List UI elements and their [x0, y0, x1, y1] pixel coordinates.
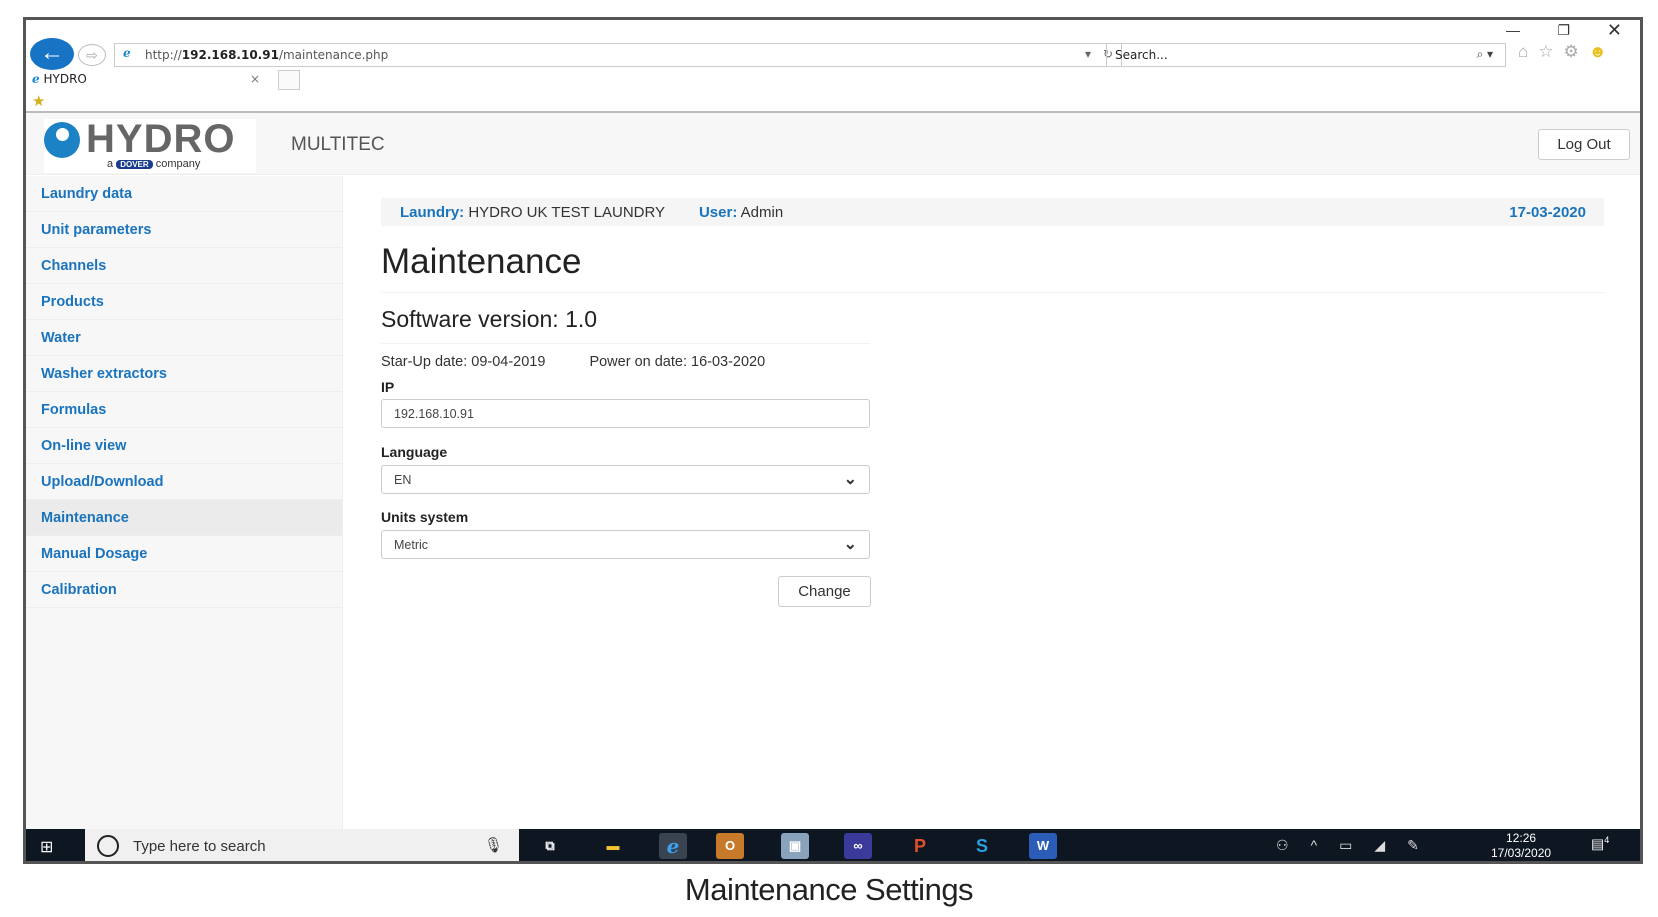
- powerpoint-icon[interactable]: P: [906, 833, 934, 859]
- toolbar-icons: ⌂☆⚙☻: [1518, 42, 1617, 62]
- clock-date: 17/03/2020: [1491, 846, 1552, 860]
- minimize-icon[interactable]: —: [1506, 22, 1520, 38]
- app-icon[interactable]: ▣: [781, 833, 809, 859]
- user-label: User:: [698, 204, 738, 221]
- brand-tagline: a DOVER company: [107, 158, 201, 170]
- cortana-icon: [97, 835, 119, 857]
- chevron-down-icon: ⌄: [843, 536, 857, 553]
- people-icon[interactable]: ⚇: [1276, 837, 1311, 853]
- main-content: Laundry: HYDRO UK TEST LAUNDRY User: Adm…: [343, 176, 1640, 850]
- search-input[interactable]: Search... ⌕ ▾: [1106, 43, 1506, 67]
- app-header: HYDRO a DOVER company MULTITEC Log Out: [26, 113, 1640, 175]
- network-icon[interactable]: ◢: [1374, 837, 1407, 853]
- laundry-label: Laundry:: [400, 204, 465, 221]
- sidebar-item-calibration[interactable]: Calibration: [26, 572, 342, 608]
- word-icon[interactable]: W: [1029, 833, 1057, 859]
- language-value: EN: [394, 473, 412, 487]
- windows-start-icon[interactable]: ⊞: [40, 837, 53, 857]
- drop-icon: [44, 122, 80, 158]
- restore-icon[interactable]: ❐: [1557, 22, 1570, 39]
- infinity-app-icon[interactable]: ∞: [844, 833, 872, 859]
- taskbar-search-placeholder: Type here to search: [133, 838, 266, 855]
- file-explorer-icon[interactable]: ▬: [599, 833, 627, 859]
- search-placeholder: Search...: [1115, 48, 1168, 62]
- figure-caption: Maintenance Settings: [684, 872, 974, 907]
- system-tray: ⚇^▭◢✎: [1276, 837, 1441, 854]
- tab-hydro[interactable]: e HYDRO ×: [32, 68, 272, 92]
- ie-icon: e: [32, 72, 40, 86]
- back-button[interactable]: ←: [30, 38, 74, 70]
- laundry-name: HYDRO UK TEST LAUNDRY: [468, 204, 665, 221]
- units-value: Metric: [394, 538, 429, 552]
- ie-icon: e: [123, 46, 131, 60]
- url-prefix: http://: [145, 48, 182, 62]
- sidebar-item-washer-extractors[interactable]: Washer extractors: [26, 356, 342, 392]
- task-view-icon[interactable]: ⧉: [536, 833, 564, 859]
- internet-explorer-icon[interactable]: e: [659, 833, 687, 859]
- sidebar: Laundry data Unit parameters Channels Pr…: [26, 176, 343, 850]
- sidebar-item-manual-dosage[interactable]: Manual Dosage: [26, 536, 342, 572]
- units-label: Units system: [381, 509, 469, 525]
- page-title: Maintenance: [381, 242, 1604, 293]
- sidebar-item-formulas[interactable]: Formulas: [26, 392, 342, 428]
- sidebar-item-water[interactable]: Water: [26, 320, 342, 356]
- search-icon[interactable]: ⌕ ▾: [1476, 47, 1493, 62]
- new-tab-button[interactable]: [278, 70, 300, 90]
- clock-time: 12:26: [1506, 831, 1537, 845]
- close-window-icon[interactable]: ✕: [1607, 20, 1622, 41]
- units-select[interactable]: Metric ⌄: [381, 530, 870, 559]
- ip-value: 192.168.10.91: [394, 407, 474, 421]
- info-bar: Laundry: HYDRO UK TEST LAUNDRY User: Adm…: [381, 198, 1604, 226]
- chevron-up-icon[interactable]: ^: [1311, 837, 1340, 853]
- skype-icon[interactable]: S: [968, 833, 996, 859]
- smiley-icon[interactable]: ☻: [1589, 42, 1617, 61]
- language-select[interactable]: EN ⌄: [381, 465, 870, 494]
- dropdown-icon[interactable]: ▾: [1085, 47, 1091, 61]
- sidebar-item-channels[interactable]: Channels: [26, 248, 342, 284]
- settings-gear-icon[interactable]: ⚙: [1564, 42, 1589, 61]
- url-host: 192.168.10.91: [181, 48, 279, 62]
- notifications-icon[interactable]: ▤4: [1591, 835, 1609, 853]
- microphone-icon[interactable]: 🎙: [484, 836, 503, 854]
- tab-title: HYDRO: [43, 72, 87, 86]
- tab-close-icon[interactable]: ×: [250, 72, 260, 86]
- hydro-logo: HYDRO a DOVER company: [44, 117, 256, 173]
- product-name: MULTITEC: [291, 134, 385, 155]
- user-name: Admin: [740, 204, 784, 221]
- startup-date: Star-Up date: 09-04-2019: [381, 354, 546, 370]
- favorites-star-icon[interactable]: ☆: [1538, 42, 1563, 61]
- language-label: Language: [381, 444, 448, 460]
- logout-button[interactable]: Log Out: [1538, 129, 1630, 160]
- clock[interactable]: 12:26 17/03/2020: [1491, 831, 1551, 861]
- chevron-down-icon: ⌄: [843, 471, 857, 488]
- outlook-icon[interactable]: O: [716, 833, 744, 859]
- notification-count: 4: [1604, 835, 1610, 845]
- url-path: /maintenance.php: [278, 48, 389, 62]
- sidebar-item-online-view[interactable]: On-line view: [26, 428, 342, 464]
- browser-window: — ❐ ✕ ← ⇨ e http://192.168.10.91/mainten…: [23, 17, 1643, 864]
- dates-row: Star-Up date: 09-04-2019 Power on date: 1…: [381, 354, 765, 370]
- taskbar: ⊞ Type here to search 🎙 ⧉ ▬ e O ▣ ∞ P S …: [26, 829, 1640, 861]
- sidebar-item-products[interactable]: Products: [26, 284, 342, 320]
- ip-label: IP: [381, 379, 395, 395]
- battery-icon[interactable]: ▭: [1339, 837, 1374, 853]
- poweron-date: Power on date: 16-03-2020: [589, 354, 766, 370]
- taskbar-search[interactable]: Type here to search 🎙: [85, 829, 519, 861]
- pen-icon[interactable]: ✎: [1407, 837, 1441, 853]
- brand-name: HYDRO: [86, 117, 236, 161]
- home-icon[interactable]: ⌂: [1518, 42, 1538, 61]
- forward-button[interactable]: ⇨: [78, 44, 106, 66]
- favorites-icon[interactable]: ★: [32, 92, 45, 110]
- sidebar-item-maintenance[interactable]: Maintenance: [26, 500, 342, 536]
- ip-input[interactable]: 192.168.10.91: [381, 399, 870, 428]
- sidebar-item-unit-parameters[interactable]: Unit parameters: [26, 212, 342, 248]
- current-date: 17-03-2020: [1509, 204, 1586, 221]
- address-bar[interactable]: e http://192.168.10.91/maintenance.php ▾…: [114, 43, 1122, 67]
- software-version: Software version: 1.0: [381, 306, 870, 344]
- sidebar-item-laundry-data[interactable]: Laundry data: [26, 176, 342, 212]
- change-button[interactable]: Change: [778, 576, 871, 607]
- sidebar-item-upload-download[interactable]: Upload/Download: [26, 464, 342, 500]
- browser-chrome: — ❐ ✕ ← ⇨ e http://192.168.10.91/mainten…: [26, 20, 1640, 113]
